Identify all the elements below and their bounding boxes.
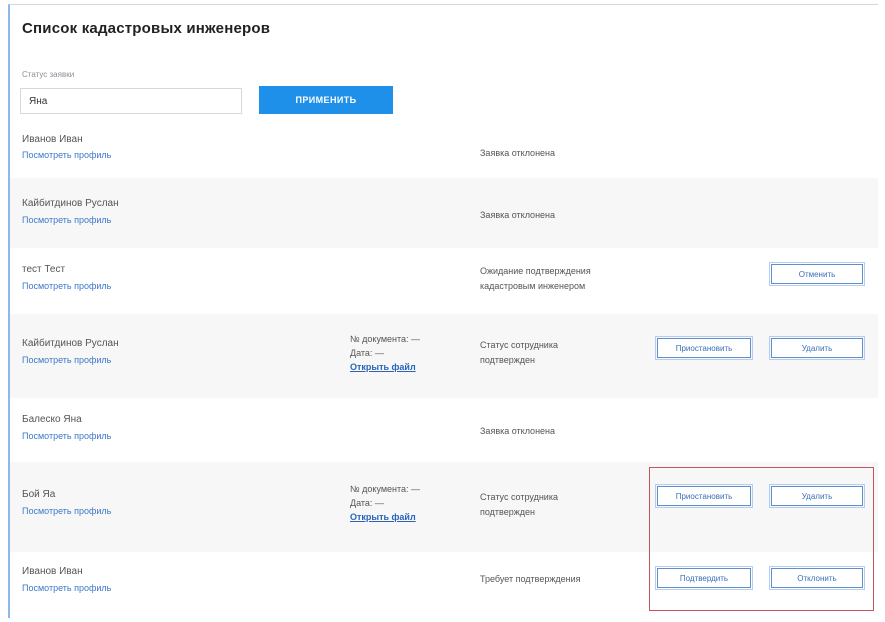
doc-number: № документа: — <box>350 484 421 494</box>
status-text: Ожидание подтверждения кадастровым инжен… <box>480 264 591 294</box>
view-profile-link[interactable]: Посмотреть профиль <box>22 281 111 291</box>
engineer-name: Иванов Иван <box>22 134 83 145</box>
view-profile-link[interactable]: Посмотреть профиль <box>22 215 111 225</box>
cancel-button[interactable]: Отменить <box>769 262 865 286</box>
status-text: Статус сотрудника подтвержден <box>480 338 558 368</box>
table-row: Бой Яа Посмотреть профиль № документа: —… <box>10 462 878 552</box>
status-line: Ожидание подтверждения <box>480 266 591 276</box>
status-line: подтвержден <box>480 507 535 517</box>
doc-number: № документа: — <box>350 334 421 344</box>
status-text: Заявка отклонена <box>480 148 556 158</box>
document-info: № документа: — Дата: — Открыть файл <box>350 332 420 374</box>
table-row: Кайбитдинов Руслан Посмотреть профиль За… <box>10 178 878 248</box>
view-profile-link[interactable]: Посмотреть профиль <box>22 431 111 441</box>
status-text: Заявка отклонена <box>480 426 556 436</box>
table-row: Балеско Яна Посмотреть профиль Заявка от… <box>10 398 878 462</box>
suspend-button[interactable]: Приостановить <box>655 336 753 360</box>
status-line: Статус сотрудника <box>480 340 558 350</box>
engineer-name: Кайбитдинов Руслан <box>22 338 119 349</box>
table-row: тест Тест Посмотреть профиль Ожидание по… <box>10 248 878 314</box>
status-text: Статус сотрудника подтвержден <box>480 490 558 520</box>
view-profile-link[interactable]: Посмотреть профиль <box>22 355 111 365</box>
table-row: Иванов Иван Посмотреть профиль Требует п… <box>10 552 878 614</box>
status-line: подтвержден <box>480 355 535 365</box>
reject-button[interactable]: Отклонить <box>769 566 865 590</box>
engineer-name: тест Тест <box>22 264 66 275</box>
filter-input[interactable] <box>20 88 242 114</box>
status-text: Требует подтверждения <box>480 574 581 584</box>
table-row: Иванов Иван Посмотреть профиль Заявка от… <box>10 124 878 178</box>
view-profile-link[interactable]: Посмотреть профиль <box>22 506 111 516</box>
delete-button[interactable]: Удалить <box>769 336 865 360</box>
doc-date: Дата: — <box>350 348 384 358</box>
engineer-name: Балеско Яна <box>22 414 82 425</box>
view-profile-link[interactable]: Посмотреть профиль <box>22 583 111 593</box>
delete-button[interactable]: Удалить <box>769 484 865 508</box>
engineer-name: Иванов Иван <box>22 566 83 577</box>
table-row: Кайбитдинов Руслан Посмотреть профиль № … <box>10 314 878 398</box>
filter-label: Статус заявки <box>22 70 75 79</box>
doc-date: Дата: — <box>350 498 384 508</box>
status-line: Статус сотрудника <box>480 492 558 502</box>
confirm-button[interactable]: Подтвердить <box>655 566 753 590</box>
view-profile-link[interactable]: Посмотреть профиль <box>22 150 111 160</box>
status-line: кадастровым инженером <box>480 281 586 291</box>
open-file-link[interactable]: Открыть файл <box>350 510 420 524</box>
suspend-button[interactable]: Приостановить <box>655 484 753 508</box>
status-text: Заявка отклонена <box>480 210 556 220</box>
open-file-link[interactable]: Открыть файл <box>350 360 420 374</box>
document-info: № документа: — Дата: — Открыть файл <box>350 482 420 524</box>
engineer-name: Кайбитдинов Руслан <box>22 198 119 209</box>
page-title: Список кадастровых инженеров <box>22 20 271 37</box>
engineer-name: Бой Яа <box>22 489 56 500</box>
apply-button[interactable]: ПРИМЕНИТЬ <box>259 86 393 114</box>
